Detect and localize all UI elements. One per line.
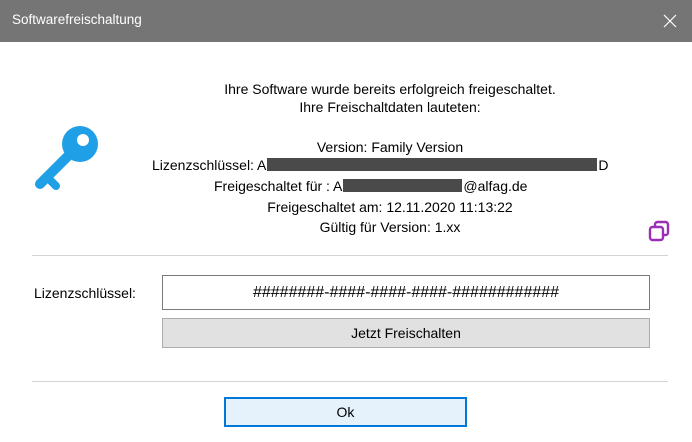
redacted-block xyxy=(267,158,598,171)
close-button[interactable] xyxy=(656,7,684,35)
activated-for-label: Freigeschaltet für : A xyxy=(214,178,343,194)
key-icon xyxy=(35,126,98,190)
ok-button[interactable]: Ok xyxy=(224,397,467,427)
close-icon xyxy=(663,14,677,28)
activation-data-heading: Ihre Freischaltdaten lauteten: xyxy=(299,99,481,115)
separator xyxy=(32,255,668,256)
activate-now-button[interactable]: Jetzt Freischalten xyxy=(162,318,650,348)
activated-for-info: Freigeschaltet für : A @alfag.de xyxy=(214,176,527,196)
license-key-input[interactable]: ########-####-####-####-############ xyxy=(162,275,650,310)
window-title: Softwarefreischaltung xyxy=(12,12,142,27)
activated-at-info: Freigeschaltet am: 12.11.2020 11:13:22 xyxy=(267,199,513,215)
license-key-input-value: ########-####-####-####-############ xyxy=(252,284,560,301)
license-key-info-end: D xyxy=(598,157,609,173)
activated-for-domain: @alfag.de xyxy=(463,178,528,194)
redacted-block xyxy=(343,179,463,192)
status-message: Ihre Software wurde bereits erfolgreich … xyxy=(224,81,556,97)
license-key-label: Lizenzschlüssel: xyxy=(34,285,136,301)
version-info: Version: Family Version xyxy=(316,139,464,155)
separator xyxy=(32,381,668,382)
title-bar: Softwarefreischaltung xyxy=(0,0,692,42)
license-key-info-label: Lizenzschlüssel: A xyxy=(152,157,267,173)
valid-for-info: Gültig für Version: 1.xx xyxy=(319,219,461,235)
copy-icon[interactable] xyxy=(647,219,671,243)
license-key-info: Lizenzschlüssel: A D xyxy=(152,155,609,175)
